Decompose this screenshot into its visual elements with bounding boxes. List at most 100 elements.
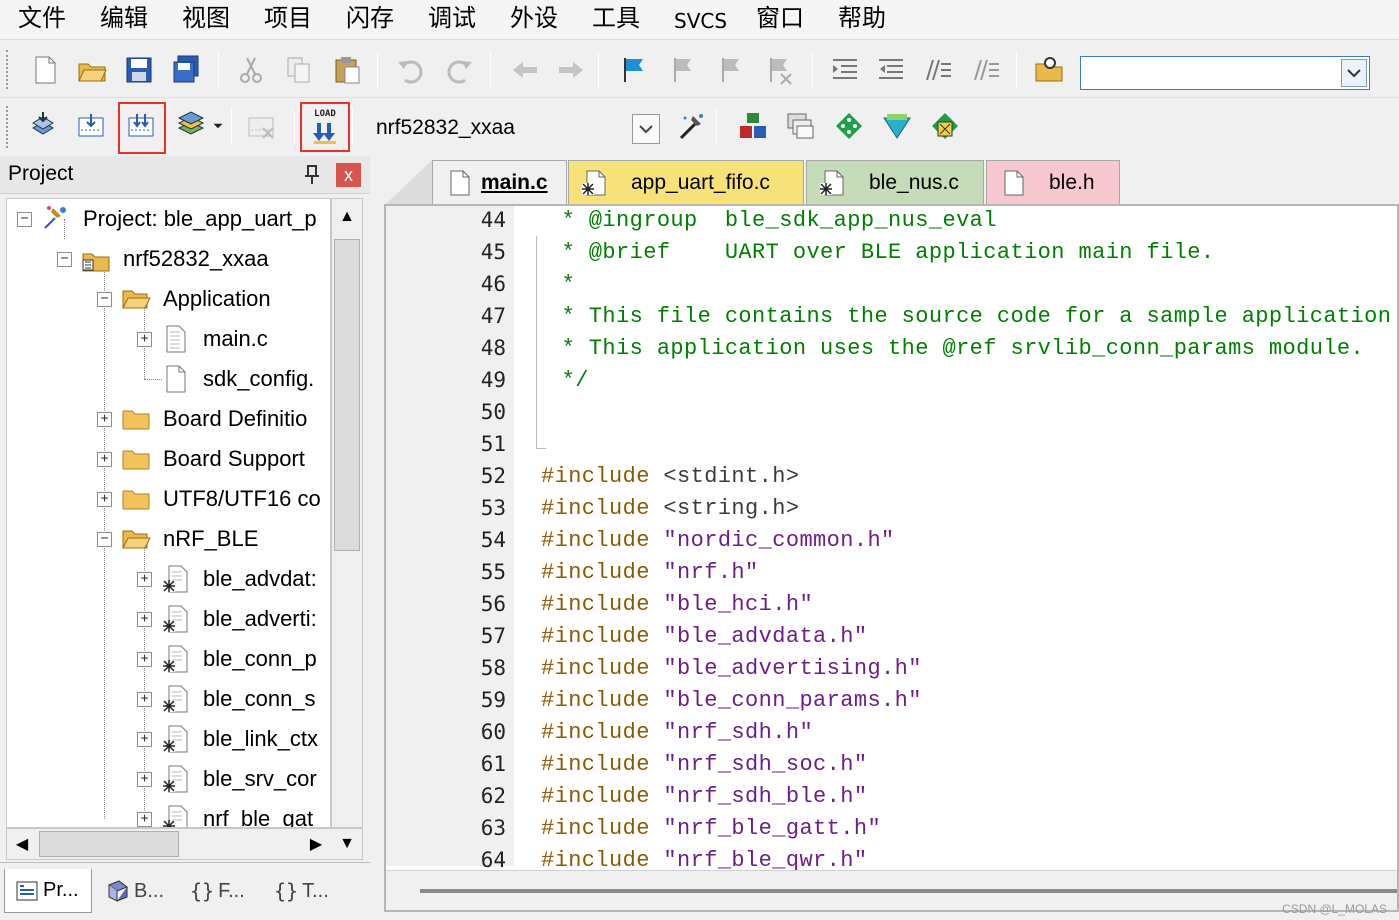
tree-node[interactable]: + UTF8/UTF16 co xyxy=(7,479,330,519)
collapse-icon[interactable]: − xyxy=(57,252,72,267)
clear-bookmarks-icon[interactable] xyxy=(760,51,798,89)
save-all-icon[interactable] xyxy=(167,51,205,89)
uncomment-icon[interactable] xyxy=(966,51,1004,89)
menu-item[interactable]: 帮助 xyxy=(838,3,886,33)
tree-node[interactable]: + ble_srv_cor xyxy=(7,759,330,799)
expand-icon[interactable]: + xyxy=(137,772,152,787)
editor-tab[interactable]: ble.h xyxy=(986,160,1120,204)
pane-tab[interactable]: B... xyxy=(96,869,178,913)
scroll-thumb[interactable] xyxy=(39,831,179,857)
translate-icon[interactable] xyxy=(24,107,62,145)
open-folder-icon[interactable] xyxy=(73,51,111,89)
tree-node[interactable]: + ble_conn_p xyxy=(7,639,330,679)
expand-icon[interactable]: + xyxy=(97,492,112,507)
tree-node[interactable]: + main.c xyxy=(7,319,330,359)
code-line[interactable]: #include "nrf_sdh_soc.h" xyxy=(541,752,867,777)
build-icon[interactable] xyxy=(72,107,110,145)
expand-icon[interactable]: + xyxy=(137,812,152,827)
new-file-icon[interactable] xyxy=(26,51,64,89)
collapse-icon[interactable]: − xyxy=(97,292,112,307)
code-line[interactable]: #include "nrf_ble_gatt.h" xyxy=(541,816,881,841)
menu-item[interactable]: 窗口 xyxy=(756,3,804,33)
code-line[interactable]: #include <string.h> xyxy=(541,496,799,521)
pane-tab[interactable]: {} T... xyxy=(264,869,350,913)
select-packs-icon[interactable] xyxy=(782,107,820,145)
editor-tab[interactable]: ble_nus.c xyxy=(806,160,984,204)
save-icon[interactable] xyxy=(120,51,158,89)
chevron-down-icon[interactable] xyxy=(1341,59,1367,87)
menu-item[interactable]: 调试 xyxy=(428,3,476,33)
code-line[interactable]: #include "nordic_common.h" xyxy=(541,528,895,553)
code-line[interactable]: #include "ble_hci.h" xyxy=(541,592,813,617)
tree-node[interactable]: + nrf_ble_gat xyxy=(7,799,330,827)
prev-bookmark-icon[interactable] xyxy=(664,51,702,89)
toolbar-grip[interactable] xyxy=(6,50,10,89)
paste-icon[interactable] xyxy=(328,51,366,89)
code-line[interactable]: * This file contains the source code for… xyxy=(548,304,1391,329)
code-line[interactable]: #include "nrf_sdh_ble.h" xyxy=(541,784,867,809)
editor-horizontal-scrollbar[interactable] xyxy=(386,870,1397,910)
code-editor[interactable]: 44 45 46 47 48 49 50 51 52 53 54 55 56 57 58 59 60 61 62 63… xyxy=(384,204,1399,912)
editor-tab[interactable]: main.c xyxy=(432,160,567,204)
scroll-left-icon[interactable]: ◀ xyxy=(7,829,37,859)
menu-item[interactable]: 闪存 xyxy=(346,3,394,33)
bookmark-icon[interactable] xyxy=(614,51,652,89)
close-pane-button[interactable]: x xyxy=(336,163,361,187)
batch-build-dropdown-icon[interactable] xyxy=(210,107,226,145)
find-combobox[interactable] xyxy=(1080,56,1370,90)
stop-build-icon[interactable] xyxy=(242,107,280,145)
nav-back-icon[interactable] xyxy=(506,51,544,89)
tree-node[interactable]: − nrf52832_xxaa xyxy=(7,239,330,279)
scroll-thumb[interactable] xyxy=(420,889,1397,893)
copy-icon[interactable] xyxy=(280,51,318,89)
start-debug-icon[interactable] xyxy=(926,107,964,145)
expand-icon[interactable]: + xyxy=(137,652,152,667)
scroll-up-icon[interactable]: ▲ xyxy=(332,199,362,235)
toolbar-grip[interactable] xyxy=(6,106,10,148)
code-line[interactable]: * @brief UART over BLE application main … xyxy=(548,240,1215,265)
redo-icon[interactable] xyxy=(440,51,478,89)
target-selector[interactable]: nrf52832_xxaa xyxy=(362,106,662,148)
scroll-right-icon[interactable]: ▶ xyxy=(301,829,331,859)
undo-icon[interactable] xyxy=(392,51,430,89)
collapse-icon[interactable]: − xyxy=(97,532,112,547)
expand-icon[interactable]: + xyxy=(137,692,152,707)
collapse-icon[interactable]: − xyxy=(17,212,32,227)
tree-node[interactable]: − nRF_BLE xyxy=(7,519,330,559)
expand-icon[interactable]: + xyxy=(97,452,112,467)
code-line[interactable]: * @ingroup ble_sdk_app_nus_eval xyxy=(548,208,997,233)
code-line[interactable]: #include <stdint.h> xyxy=(541,464,799,489)
code-line[interactable]: * xyxy=(548,272,575,297)
menu-item[interactable]: 文件 xyxy=(18,3,66,33)
tree-node[interactable]: + ble_conn_s xyxy=(7,679,330,719)
unindent-icon[interactable] xyxy=(872,51,910,89)
expand-icon[interactable]: + xyxy=(137,732,152,747)
find-in-files-icon[interactable] xyxy=(1030,51,1068,89)
indent-icon[interactable] xyxy=(826,51,864,89)
cut-icon[interactable] xyxy=(232,51,270,89)
pane-tab[interactable]: {} F... xyxy=(180,869,262,913)
scroll-down-icon[interactable]: ▼ xyxy=(332,829,362,859)
tree-node[interactable]: sdk_config. xyxy=(7,359,330,399)
tree-horizontal-scrollbar[interactable]: ◀ ▶ ▼ xyxy=(6,828,363,860)
tree-node[interactable]: − Project: ble_app_uart_p xyxy=(7,199,330,239)
code-line[interactable]: * This application uses the @ref srvlib_… xyxy=(548,336,1364,361)
code-line[interactable]: #include "nrf_sdh.h" xyxy=(541,720,813,745)
comment-icon[interactable] xyxy=(918,51,956,89)
editor-tab[interactable]: app_uart_fifo.c xyxy=(568,160,804,204)
target-options-icon[interactable] xyxy=(672,107,710,145)
code-line[interactable]: #include "ble_advdata.h" xyxy=(541,624,867,649)
menu-item[interactable]: 视图 xyxy=(182,3,230,33)
menu-item[interactable]: 外设 xyxy=(510,3,558,33)
batch-build-icon[interactable] xyxy=(172,107,210,145)
pane-tab[interactable]: Pr... xyxy=(4,869,92,913)
menu-item[interactable]: 工具 xyxy=(592,3,640,33)
tree-node[interactable]: + Board Definitio xyxy=(7,399,330,439)
manage-run-time-icon[interactable] xyxy=(878,107,916,145)
tree-vertical-scrollbar[interactable]: ▲ xyxy=(331,198,363,828)
menu-item[interactable]: SVCS xyxy=(674,6,727,36)
pack-installer-icon[interactable] xyxy=(830,107,868,145)
expand-icon[interactable]: + xyxy=(137,572,152,587)
code-line[interactable]: */ xyxy=(548,368,589,393)
chevron-down-icon[interactable] xyxy=(632,114,660,144)
